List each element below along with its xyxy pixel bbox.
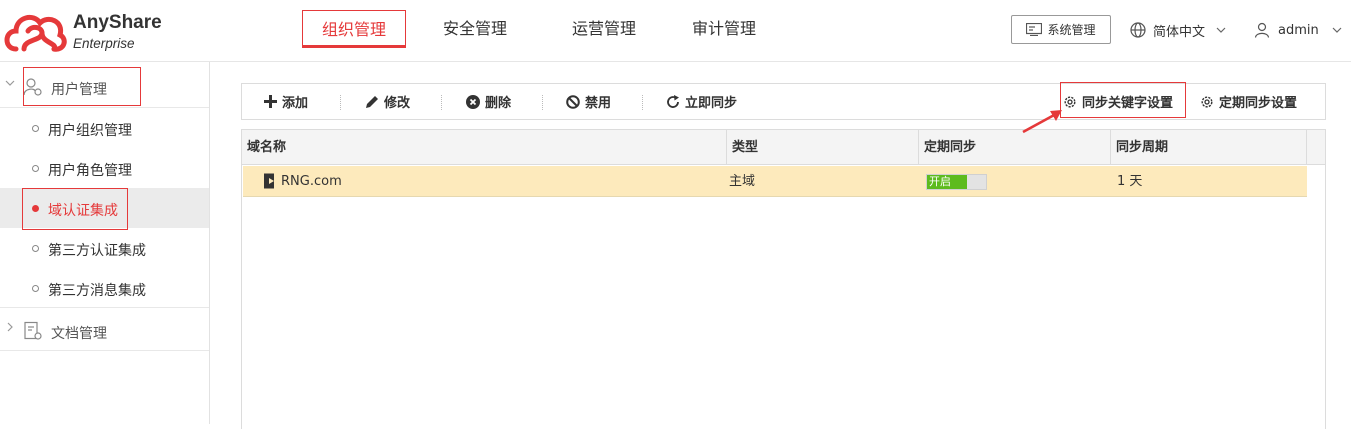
- logo-subtitle: Enterprise: [73, 36, 135, 51]
- sidebar-item-label: 用户角色管理: [48, 163, 132, 179]
- logo-name: AnyShare: [73, 12, 162, 33]
- username: admin: [1278, 22, 1319, 38]
- sync-now-button[interactable]: 立即同步: [666, 84, 737, 119]
- disable-label: 禁用: [585, 96, 612, 111]
- toolbar-separator: [542, 95, 543, 110]
- sidebar-item-label: 第三方认证集成: [48, 243, 146, 259]
- language-label: 简体中文: [1153, 24, 1206, 40]
- column-type[interactable]: 类型: [727, 130, 919, 165]
- table-header: 域名称 类型 定期同步 同步周期: [242, 130, 1325, 165]
- system-management-label: 系统管理: [1047, 23, 1096, 37]
- sidebar-item-label: 第三方消息集成: [48, 283, 146, 299]
- toggle-on-label: 开启: [927, 175, 967, 189]
- pencil-icon: [366, 95, 378, 108]
- column-sync-period[interactable]: 同步周期: [1111, 130, 1307, 165]
- anyshare-logo[interactable]: AnyShare Enterprise: [0, 6, 170, 56]
- add-button[interactable]: 添加: [264, 84, 308, 119]
- scheduled-sync-settings-button[interactable]: 定期同步设置: [1200, 84, 1297, 119]
- refresh-icon: [667, 94, 679, 108]
- sidebar-item-label: 域认证集成: [48, 203, 118, 219]
- sync-keyword-label: 同步关键字设置: [1082, 96, 1174, 111]
- nav-security-management[interactable]: 安全管理: [406, 10, 544, 48]
- toolbar-separator: [441, 95, 442, 110]
- nav-org-management[interactable]: 组织管理: [302, 10, 406, 48]
- toolbar-separator: [340, 95, 341, 110]
- sidebar-item-user-role[interactable]: 用户角色管理: [0, 148, 209, 188]
- cell-domain-name: RNG.com: [281, 174, 342, 189]
- sidebar-item-third-party-auth[interactable]: 第三方认证集成: [0, 228, 209, 268]
- chevron-right-icon: [7, 322, 13, 332]
- anyshare-cloud-icon: [4, 14, 67, 52]
- chevron-down-icon: [5, 80, 15, 86]
- sidebar-item-third-party-message[interactable]: 第三方消息集成: [0, 268, 209, 308]
- sidebar-item-domain-auth[interactable]: 域认证集成: [0, 188, 209, 228]
- sync-keyword-settings-button[interactable]: 同步关键字设置: [1063, 84, 1173, 119]
- annotation-arrow-icon: [1022, 110, 1062, 134]
- add-label: 添加: [282, 96, 309, 111]
- globe-icon: [1130, 22, 1146, 38]
- chevron-down-icon: [1332, 27, 1342, 33]
- main-nav: 组织管理 安全管理 运营管理 审计管理: [302, 10, 784, 48]
- bullet-icon: [32, 165, 39, 172]
- toolbar: 添加 修改 删除 禁用 立即同步 同步关键字设置 定期同步设置: [241, 83, 1326, 120]
- system-management-button[interactable]: 系统管理: [1011, 15, 1111, 44]
- column-domain-name[interactable]: 域名称: [242, 130, 727, 165]
- scheduled-sync-toggle[interactable]: 开启: [926, 174, 987, 190]
- table-row[interactable]: RNG.com 主域 开启 1 天: [243, 166, 1307, 197]
- sidebar-item-user-org[interactable]: 用户组织管理: [0, 108, 209, 148]
- sidebar-group-user-management[interactable]: 用户管理: [0, 64, 209, 108]
- ban-icon: [566, 94, 580, 109]
- user-icon: [1254, 22, 1270, 38]
- scheduled-sync-label: 定期同步设置: [1219, 96, 1298, 111]
- plus-icon: [264, 95, 277, 108]
- bullet-icon: [32, 125, 39, 132]
- delete-label: 删除: [485, 96, 512, 111]
- sidebar-item-label: 用户组织管理: [48, 123, 132, 139]
- disable-button[interactable]: 禁用: [566, 84, 611, 119]
- sync-now-label: 立即同步: [685, 96, 738, 111]
- delete-button[interactable]: 删除: [466, 84, 511, 119]
- toolbar-separator: [642, 95, 643, 110]
- document-settings-icon: [24, 321, 42, 340]
- edit-label: 修改: [384, 96, 411, 111]
- domain-icon: [264, 173, 274, 189]
- domain-table: 域名称 类型 定期同步 同步周期 RNG.com 主域 开启 1 天: [241, 129, 1326, 429]
- sidebar-group-doc-management[interactable]: 文档管理: [0, 307, 209, 351]
- bullet-icon: [32, 245, 39, 252]
- column-scheduled-sync[interactable]: 定期同步: [919, 130, 1111, 165]
- chevron-down-icon: [1216, 27, 1226, 33]
- bullet-icon: [32, 205, 39, 212]
- language-selector[interactable]: 简体中文: [1130, 20, 1226, 40]
- bullet-icon: [32, 285, 39, 292]
- nav-audit-management[interactable]: 审计管理: [664, 10, 784, 48]
- user-settings-icon: [23, 78, 42, 96]
- edit-button[interactable]: 修改: [365, 84, 410, 119]
- console-icon: [1026, 23, 1043, 36]
- gear-icon: [1201, 95, 1213, 108]
- user-menu[interactable]: admin: [1254, 20, 1342, 40]
- nav-operations-management[interactable]: 运营管理: [544, 10, 664, 48]
- sidebar-group-label: 文档管理: [51, 326, 107, 342]
- cell-type: 主域: [729, 174, 756, 189]
- close-circle-icon: [466, 94, 480, 109]
- sidebar-group-label: 用户管理: [51, 82, 107, 98]
- sidebar: 用户管理 用户组织管理 用户角色管理 域认证集成 第三方认证集成 第三方消息集成…: [0, 62, 210, 424]
- top-header: AnyShare Enterprise 组织管理 安全管理 运营管理 审计管理 …: [0, 0, 1351, 62]
- cell-sync-period: 1 天: [1117, 174, 1143, 189]
